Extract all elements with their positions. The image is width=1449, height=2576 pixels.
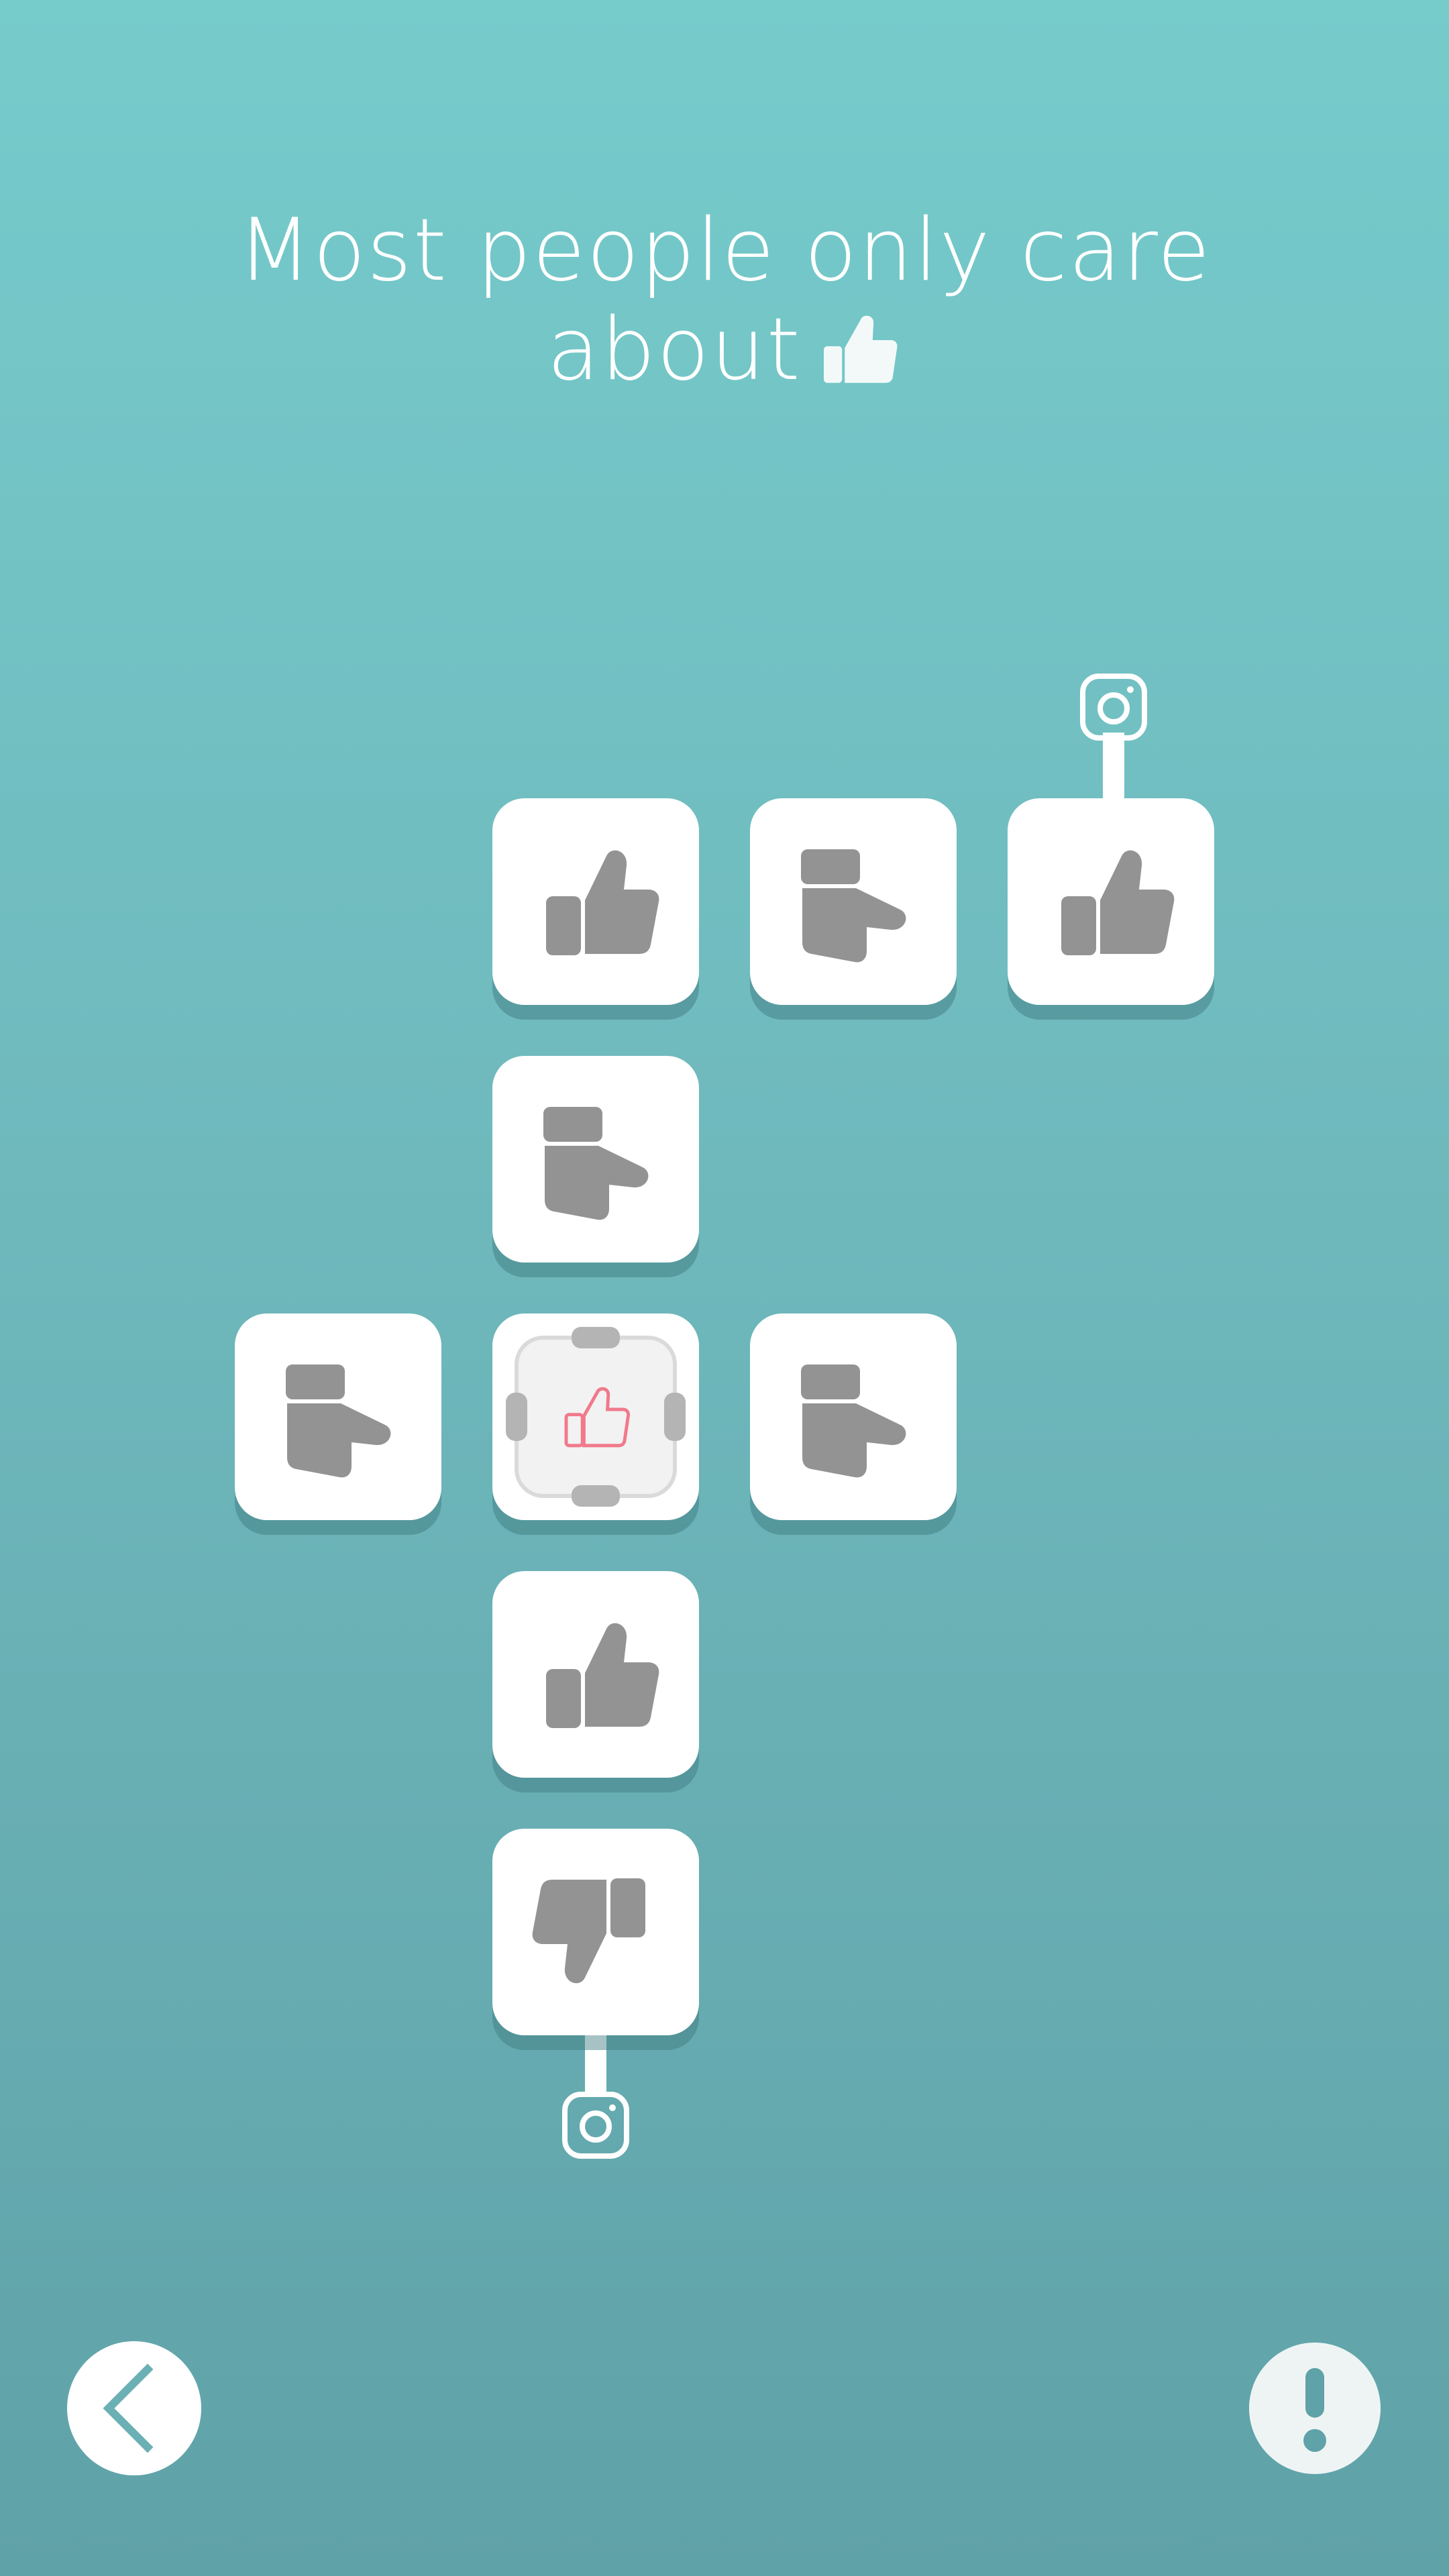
instagram-icon xyxy=(1080,674,1147,741)
thumbs-up-icon xyxy=(546,850,659,955)
tile-handle-left xyxy=(506,1393,527,1441)
thumbs-up-icon xyxy=(286,1364,391,1478)
active-tile-panel xyxy=(515,1336,677,1498)
tile-active[interactable] xyxy=(492,1313,699,1520)
page-title: Most people only care about xyxy=(0,201,1449,400)
title-line-2-text: about xyxy=(547,300,802,400)
tile-thumbs-rotated[interactable] xyxy=(750,798,957,1005)
title-line-2: about xyxy=(0,301,1449,400)
thumbs-up-icon xyxy=(546,1623,659,1728)
thumbs-up-icon xyxy=(815,305,902,392)
exclamation-icon xyxy=(1303,2368,1326,2452)
thumbs-down-icon xyxy=(532,1878,645,1984)
tile-thumbs-up[interactable] xyxy=(492,798,699,1005)
thumbs-up-icon xyxy=(1061,850,1175,955)
tile-handle-right xyxy=(664,1393,686,1441)
tile-thumbs-rotated[interactable] xyxy=(492,1056,699,1263)
thumbs-up-icon xyxy=(801,1364,906,1478)
goal-connector-top xyxy=(1103,733,1124,800)
tile-thumbs-up[interactable] xyxy=(1008,798,1214,1005)
goal-connector-bottom xyxy=(585,2033,606,2094)
chevron-left-icon xyxy=(103,2363,154,2453)
tile-thumbs-rotated[interactable] xyxy=(235,1313,441,1520)
tile-thumbs-down[interactable] xyxy=(492,1829,699,2035)
tile-thumbs-rotated[interactable] xyxy=(750,1313,957,1520)
tile-handle-top xyxy=(572,1327,620,1348)
thumbs-up-icon xyxy=(801,849,906,963)
instagram-icon xyxy=(562,2092,629,2159)
thumbs-up-icon xyxy=(543,1107,649,1220)
title-line-1: Most people only care xyxy=(237,201,1212,301)
hint-button[interactable] xyxy=(1249,2343,1381,2474)
tile-thumbs-up[interactable] xyxy=(492,1571,699,1778)
tile-handle-bottom xyxy=(572,1485,620,1507)
back-button[interactable] xyxy=(67,2341,201,2475)
